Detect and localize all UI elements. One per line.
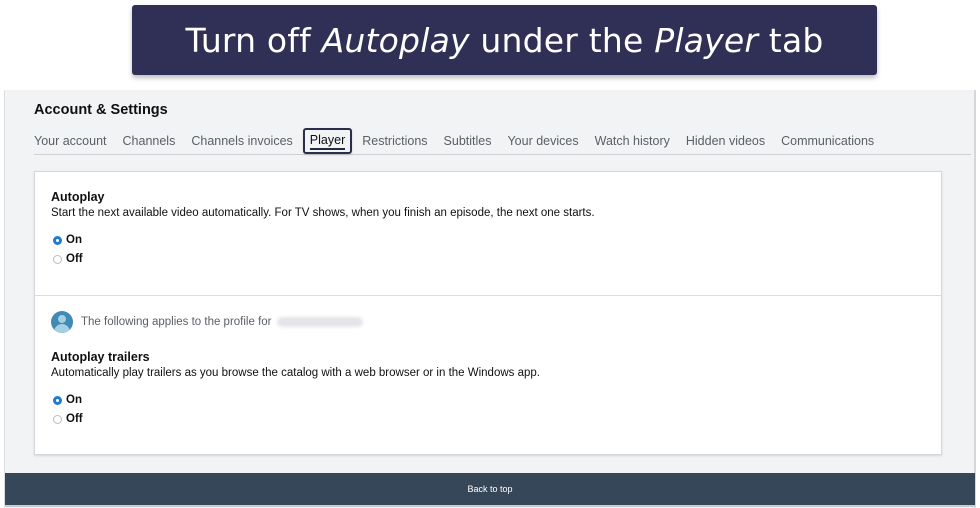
settings-tabs: Your account Channels Channels invoices …	[34, 128, 971, 155]
autoplay-on-option[interactable]: On	[53, 234, 82, 246]
tab-communications[interactable]: Communications	[781, 128, 874, 152]
autoplay-trailers-description: Automatically play trailers as you brows…	[51, 367, 540, 379]
tab-hidden-videos[interactable]: Hidden videos	[686, 128, 765, 152]
instruction-banner: Turn off Autoplay under the Player tab	[132, 5, 877, 75]
settings-page: Account & Settings Your account Channels…	[4, 90, 976, 508]
autoplay-trailers-on-radio[interactable]	[53, 395, 62, 405]
autoplay-trailers-off-radio[interactable]	[53, 414, 62, 424]
page-footer: Back to top	[5, 473, 975, 507]
autoplay-trailers-off-option[interactable]: Off	[53, 413, 83, 425]
banner-text-1: Turn off	[185, 20, 322, 60]
autoplay-description: Start the next available video automatic…	[51, 207, 595, 219]
banner-text-2: under the	[469, 20, 655, 60]
profile-notice: The following applies to the profile for	[51, 311, 363, 333]
tab-watch-history[interactable]: Watch history	[595, 128, 670, 152]
autoplay-on-radio[interactable]	[53, 235, 62, 245]
autoplay-off-radio[interactable]	[53, 254, 62, 264]
tab-channels-invoices[interactable]: Channels invoices	[191, 128, 292, 152]
page-title: Account & Settings	[34, 102, 168, 118]
tab-your-devices[interactable]: Your devices	[507, 128, 578, 152]
player-settings-card: Autoplay Start the next available video …	[34, 171, 942, 455]
tab-channels[interactable]: Channels	[123, 128, 176, 152]
autoplay-trailers-on-label: On	[66, 394, 82, 406]
tab-your-account[interactable]: Your account	[34, 128, 107, 152]
autoplay-title: Autoplay	[51, 190, 105, 204]
banner-text-3: tab	[758, 20, 824, 60]
tab-restrictions[interactable]: Restrictions	[362, 128, 427, 152]
back-to-top-link[interactable]: Back to top	[467, 484, 512, 494]
banner-emphasis-autoplay: Autoplay	[321, 20, 470, 60]
tab-player[interactable]: Player	[302, 128, 353, 154]
autoplay-trailers-off-label: Off	[66, 413, 83, 425]
autoplay-trailers-on-option[interactable]: On	[53, 394, 82, 406]
autoplay-off-label: Off	[66, 253, 83, 265]
autoplay-trailers-section: The following applies to the profile for…	[35, 295, 941, 455]
profile-notice-text: The following applies to the profile for	[81, 316, 272, 328]
blurred-profile-name	[276, 317, 363, 327]
autoplay-trailers-title: Autoplay trailers	[51, 350, 150, 364]
autoplay-on-label: On	[66, 234, 82, 246]
banner-emphasis-player: Player	[654, 20, 759, 60]
user-avatar-icon	[51, 311, 73, 333]
autoplay-off-option[interactable]: Off	[53, 253, 83, 265]
autoplay-section: Autoplay Start the next available video …	[35, 172, 941, 296]
tab-subtitles[interactable]: Subtitles	[444, 128, 492, 152]
